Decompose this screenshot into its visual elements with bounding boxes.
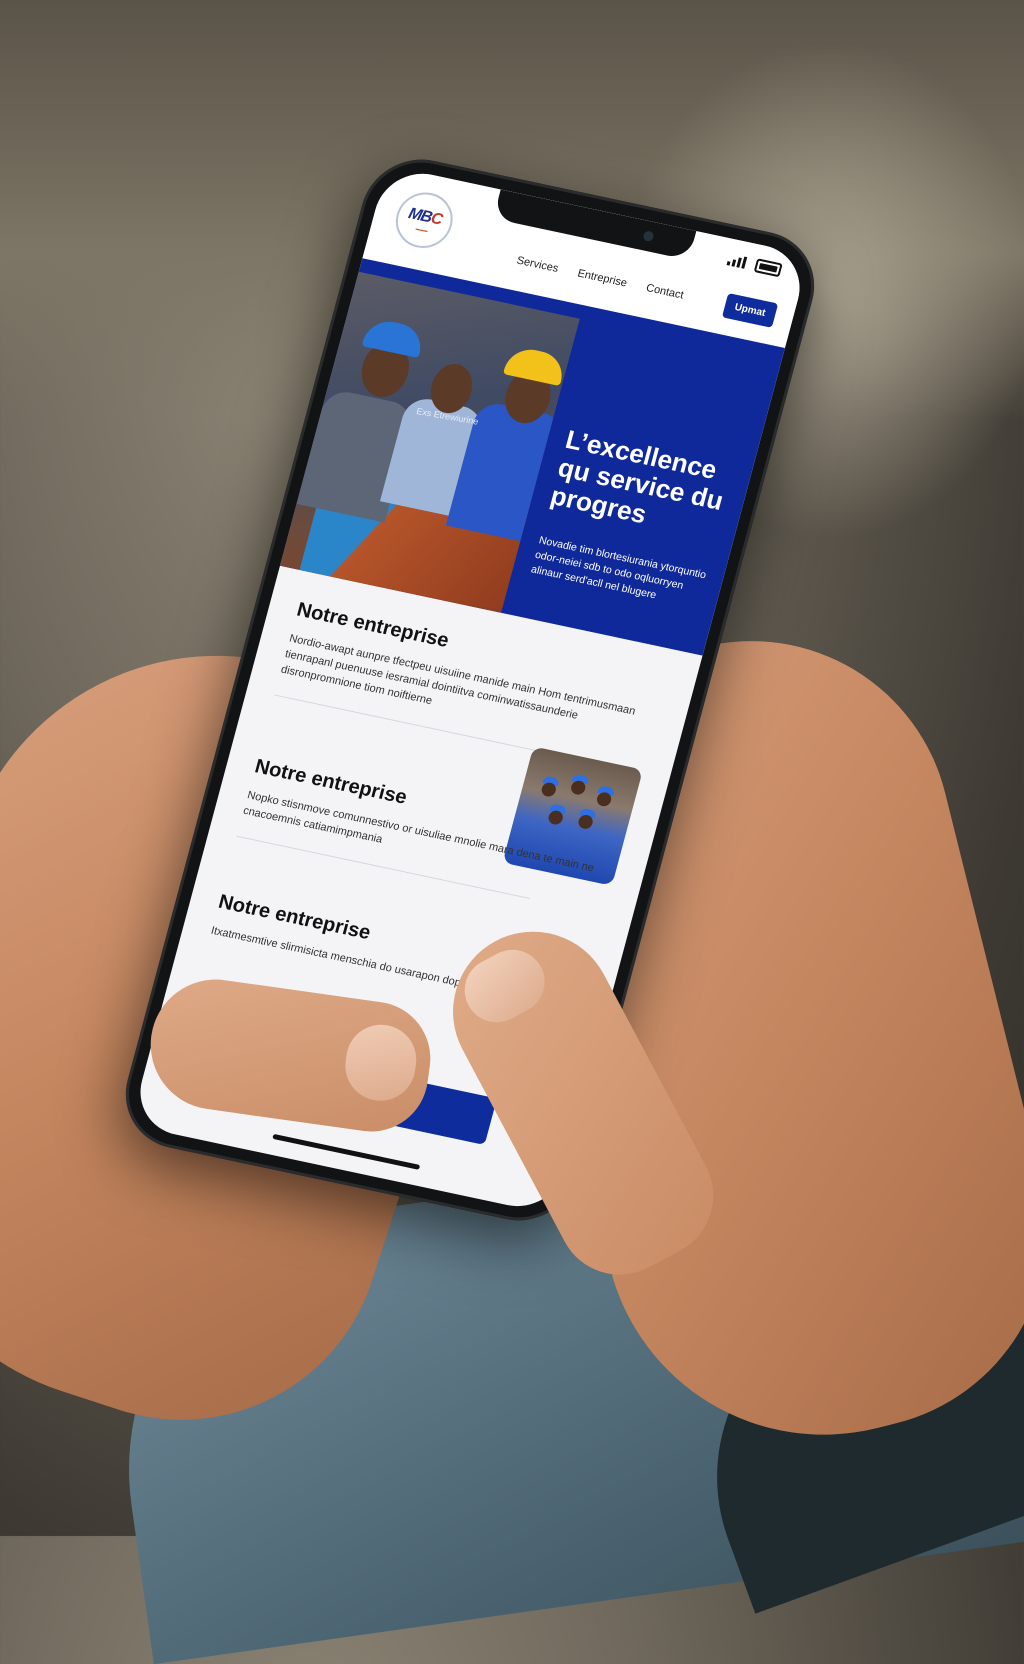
nav-link-entreprise[interactable]: Entreprise [576,267,628,289]
header-cta-button[interactable]: Upmat [721,293,779,328]
logo-text: MBC [406,205,444,229]
thumbnail [340,1020,421,1106]
company-logo[interactable]: MBC ▬▬▬ [389,187,459,254]
home-indicator[interactable] [272,1133,421,1170]
hero-description: Novadie tim blortesiurania ytorquntio od… [529,534,708,602]
signal-icon [726,253,748,269]
nav-links: Services Entreprise Contact [515,255,685,302]
nav-link-services[interactable]: Services [515,255,559,275]
logo-subtext: ▬▬▬ [415,225,429,234]
camera-icon [642,230,655,243]
hero-title: L’excellence qu service du progres [547,424,727,530]
nav-link-contact[interactable]: Contact [645,282,685,301]
